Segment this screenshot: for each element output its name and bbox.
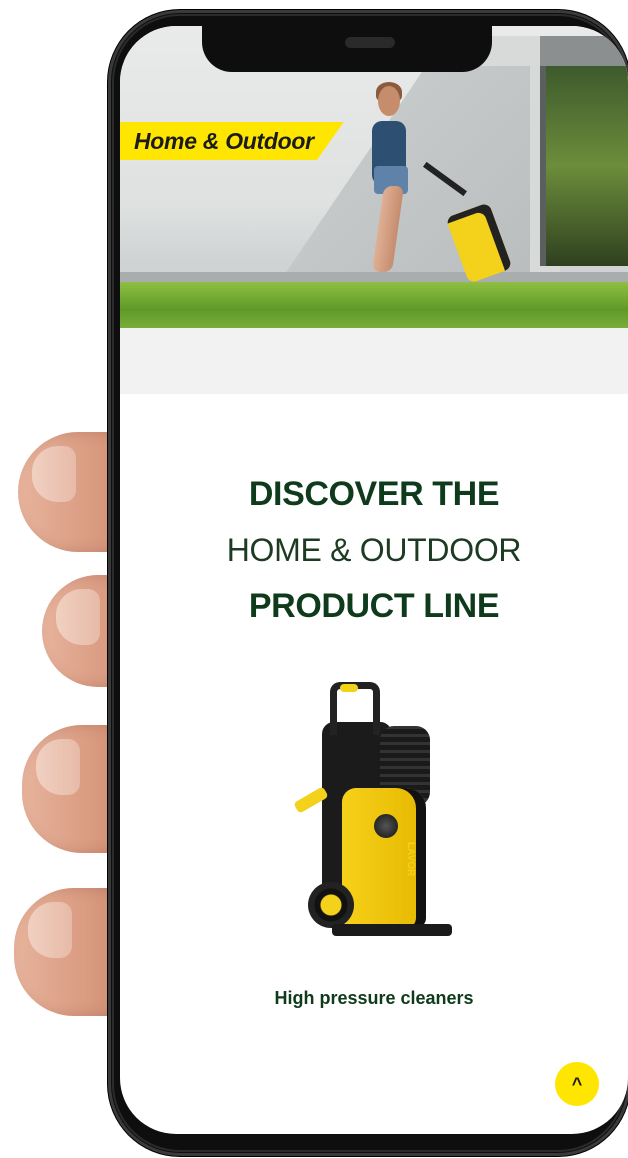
phone-screen: Home & Outdoor DISCOVER THE HOME & OUTDO… [120,26,628,1134]
scroll-to-top-button[interactable]: ^ [555,1062,599,1106]
page-headline: DISCOVER THE HOME & OUTDOOR PRODUCT LINE [120,466,628,634]
chevron-up-icon: ^ [571,1073,583,1094]
phone-notch [202,26,492,72]
pressure-washer-image[interactable]: LAVOR [292,682,472,942]
product-category-link[interactable]: High pressure cleaners [120,988,628,1009]
hero-category-tag: Home & Outdoor [120,122,344,160]
headline-line-1: DISCOVER THE [248,475,500,513]
section-divider [120,328,628,394]
product-brand-logo: LAVOR [405,842,416,877]
headline-line-2: HOME & OUTDOOR [226,532,522,568]
phone-speaker [345,37,395,48]
headline-line-3: PRODUCT LINE [248,587,500,625]
